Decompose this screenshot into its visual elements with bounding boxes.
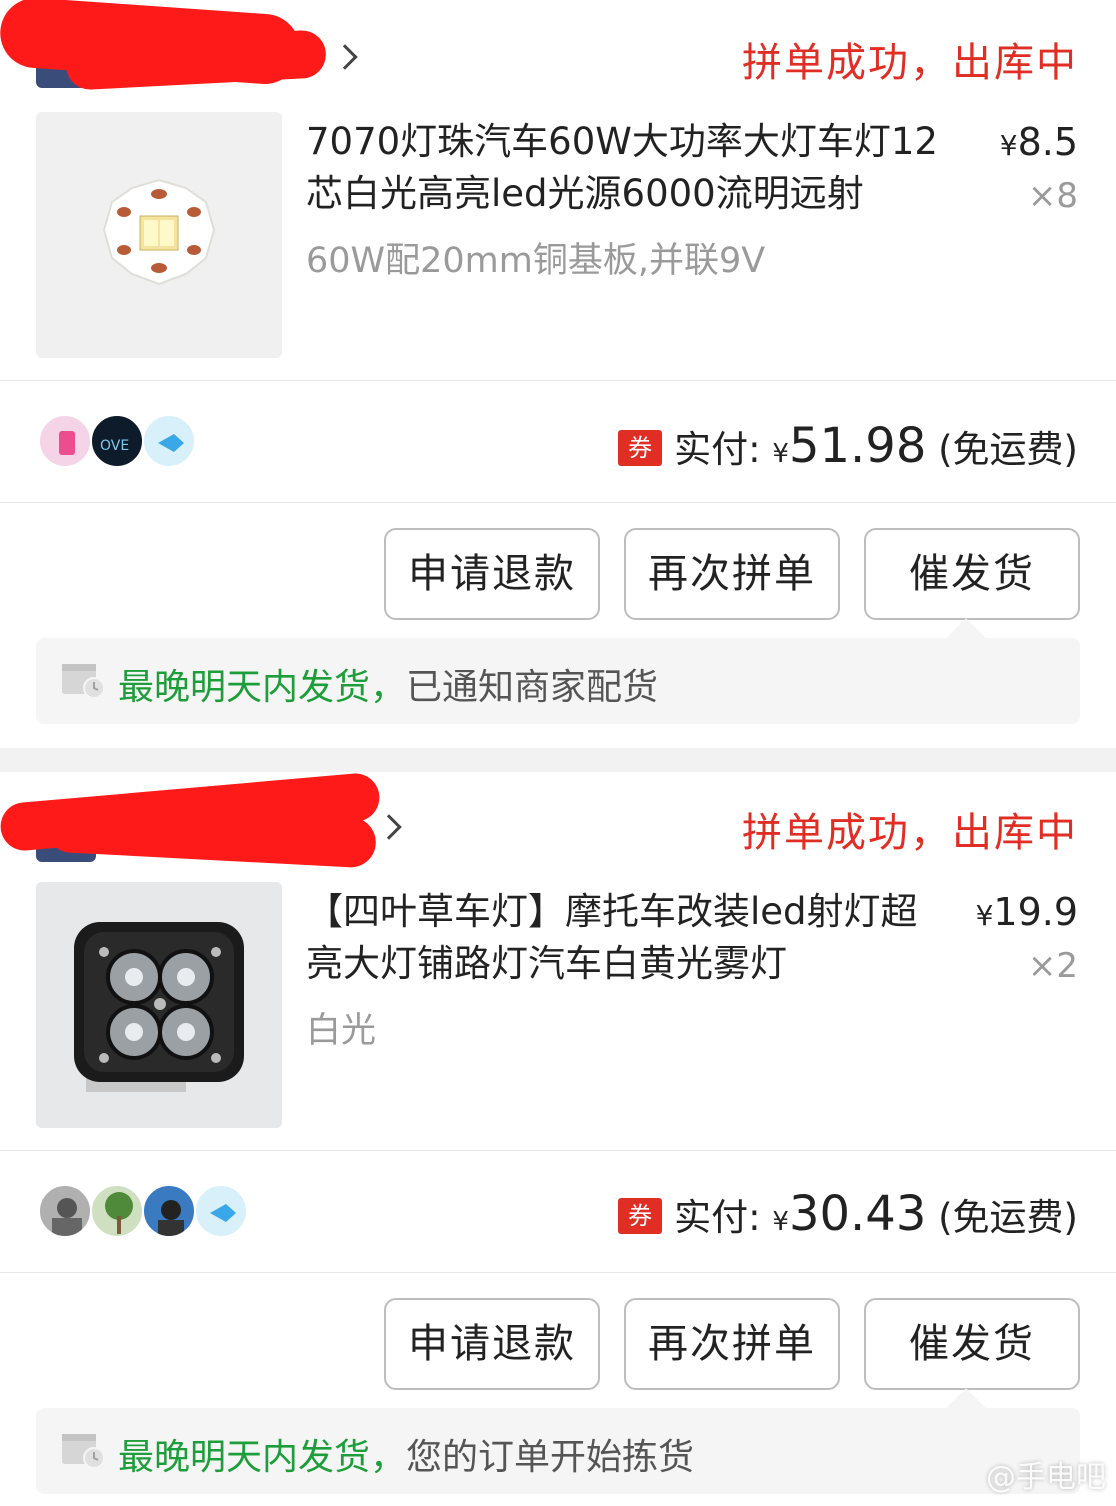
product-quantity: ×8 xyxy=(1027,176,1078,216)
divider xyxy=(0,1150,1116,1151)
avatar xyxy=(194,1184,248,1238)
regroup-button[interactable]: 再次拼单 xyxy=(624,1298,840,1390)
notice-pointer xyxy=(946,1388,986,1428)
product-title[interactable]: 【四叶草车灯】摩托车改装led射灯超亮大灯铺路灯汽车白黄光雾灯 xyxy=(306,886,946,990)
product-price: ¥19.9 xyxy=(976,890,1078,934)
shipping-note: (免运费) xyxy=(938,1196,1078,1239)
watermark: @手电吧 xyxy=(986,1460,1106,1495)
product-image[interactable] xyxy=(36,112,282,358)
refund-button[interactable]: 申请退款 xyxy=(384,1298,600,1390)
product-spec: 60W配20mm铜基板,并联9V xyxy=(306,241,766,281)
calendar-clock-icon xyxy=(62,1434,105,1468)
currency-symbol: ¥ xyxy=(975,899,994,932)
product-spec: 白光 xyxy=(306,1011,377,1051)
currency-symbol: ¥ xyxy=(772,1207,789,1237)
divider xyxy=(0,502,1116,503)
notice-detail: 您的订单开始拣货 xyxy=(406,1437,695,1478)
shop-header[interactable]: 拼单成功，出库中 xyxy=(0,0,1078,91)
divider xyxy=(0,1272,1116,1273)
paid-amount: 51.98 xyxy=(788,418,927,474)
order-status: 拼单成功，出库中 xyxy=(742,40,1078,86)
paid-amount: 30.43 xyxy=(788,1186,927,1242)
chevron-right-icon xyxy=(332,44,358,70)
shipping-notice[interactable]: 最晚明天内发货，已通知商家配货 xyxy=(36,618,1080,724)
order-status: 拼单成功，出库中 xyxy=(742,810,1078,856)
notice-pointer xyxy=(946,618,986,658)
notice-text: 最晚明天内发货，已通知商家配货 xyxy=(118,658,658,710)
avatar xyxy=(90,1184,144,1238)
paid-label: 实付: xyxy=(674,428,761,471)
notice-highlight: 最晚明天内发货， xyxy=(118,667,407,708)
avatar xyxy=(142,1184,196,1238)
currency-symbol: ¥ xyxy=(772,439,789,469)
shop-header[interactable]: 拼单成功，出库中 xyxy=(0,771,1078,869)
urge-shipping-button[interactable]: 催发货 xyxy=(864,1298,1080,1390)
paid-amount-row: 券实付: ¥30.43 (免运费) xyxy=(618,1186,1078,1242)
chevron-right-icon xyxy=(376,814,402,840)
order-card-1: 拼单成功，出库中 7070灯珠汽车60W大功率大灯车灯12芯白光高亮led光源6… xyxy=(0,0,1116,748)
currency-symbol: ¥ xyxy=(999,129,1018,162)
avatar: OVE xyxy=(90,414,144,468)
price-value: 8.5 xyxy=(1017,120,1078,164)
divider xyxy=(0,380,1116,381)
order-card-2: 拼单成功，出库中 【四叶草车灯】摩托车改装led射灯超亮大灯铺路灯汽车白黄光雾灯… xyxy=(0,771,1116,1506)
shipping-note: (免运费) xyxy=(938,428,1078,471)
coupon-badge: 券 xyxy=(618,430,663,466)
product-quantity: ×2 xyxy=(1027,946,1078,986)
avatar xyxy=(142,414,196,468)
notice-text: 最晚明天内发货，您的订单开始拣货 xyxy=(118,1428,694,1480)
calendar-clock-icon xyxy=(62,664,105,698)
notice-detail: 已通知商家配货 xyxy=(406,667,659,708)
avatar xyxy=(38,414,92,468)
notice-highlight: 最晚明天内发货， xyxy=(118,1437,407,1478)
regroup-button[interactable]: 再次拼单 xyxy=(624,528,840,620)
paid-label: 实付: xyxy=(674,1196,761,1239)
shipping-notice[interactable]: 最晚明天内发货，您的订单开始拣货 xyxy=(36,1388,1080,1494)
svg-text:OVE: OVE xyxy=(100,438,129,454)
paid-amount-row: 券实付: ¥51.98 (免运费) xyxy=(618,418,1078,474)
product-price: ¥8.5 xyxy=(1000,120,1078,164)
product-title[interactable]: 7070灯珠汽车60W大功率大灯车灯12芯白光高亮led光源6000流明远射 xyxy=(306,116,966,220)
price-value: 19.9 xyxy=(993,890,1078,934)
refund-button[interactable]: 申请退款 xyxy=(384,528,600,620)
product-image[interactable] xyxy=(36,882,282,1128)
coupon-badge: 券 xyxy=(618,1198,663,1234)
urge-shipping-button[interactable]: 催发货 xyxy=(864,528,1080,620)
avatar xyxy=(38,1184,92,1238)
